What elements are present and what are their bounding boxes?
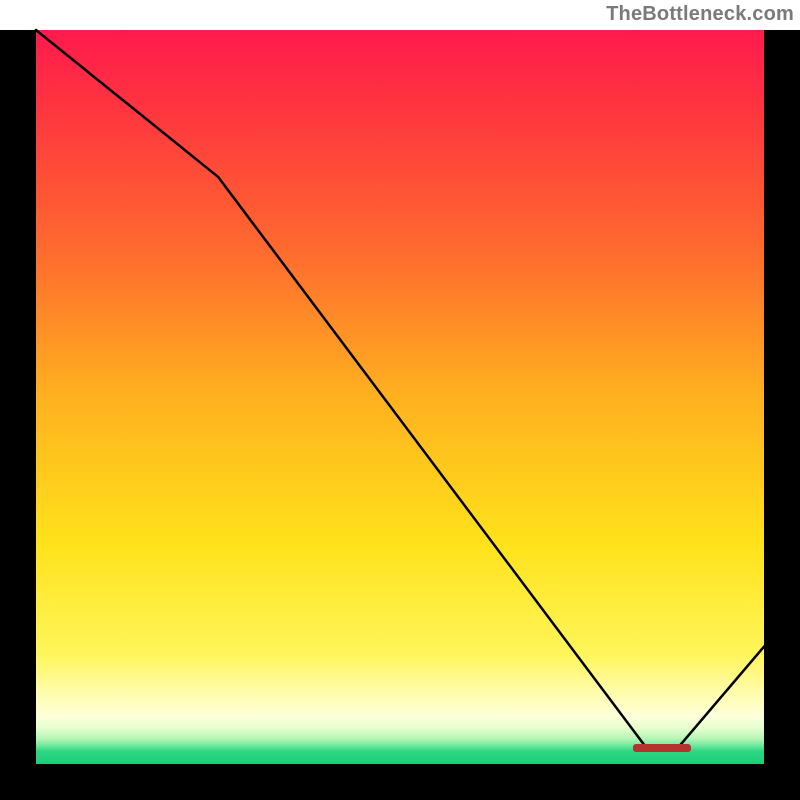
watermark-text: TheBottleneck.com (606, 3, 794, 26)
chart-plot-area (36, 30, 764, 764)
bottleneck-curve (36, 30, 764, 764)
chart-outer-border (0, 30, 800, 800)
chart-frame: TheBottleneck.com (0, 0, 800, 800)
optimal-range-marker (633, 744, 691, 752)
